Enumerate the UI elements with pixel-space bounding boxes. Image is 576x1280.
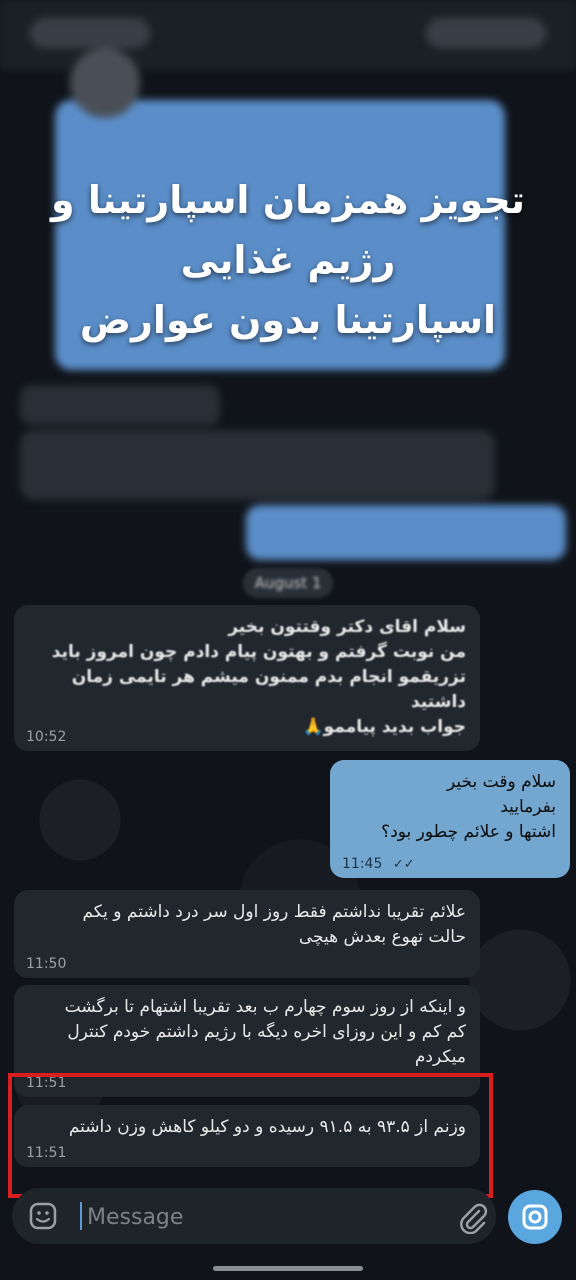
blurred-avatar (70, 48, 140, 118)
message-time-wrap: 11:45 ✓✓ (342, 856, 415, 872)
message-bubble[interactable]: سلام وقت بخیر بفرمایید اشتها و علائم چطو… (330, 760, 570, 878)
date-separator: August 1 (243, 568, 333, 598)
blurred-pill (30, 18, 150, 48)
blurred-message (20, 385, 220, 425)
camera-icon (522, 1204, 548, 1230)
message-text: علائم تقریبا نداشتم فقط روز اول سر درد د… (82, 902, 466, 947)
message-time: 11:50 (26, 956, 67, 972)
attach-icon[interactable] (455, 1200, 489, 1234)
read-ticks-icon: ✓✓ (392, 857, 415, 872)
blurred-pill (426, 18, 546, 48)
overlay-line: رژیم غذایی (180, 238, 396, 282)
message-time: 11:45 (342, 856, 383, 872)
text-cursor (80, 1202, 82, 1230)
message-time: 10:52 (26, 729, 67, 745)
message-bubble[interactable]: سلام اقای دکتر وقتتون بخیر من نوبت گرفتم… (14, 605, 480, 751)
overlay-line: اسپارتینا بدون عوارض (79, 298, 497, 342)
blurred-message (246, 505, 566, 560)
overlay-line: تجویز همزمان اسپارتینا و (51, 178, 525, 222)
emoji-icon[interactable] (28, 1201, 58, 1231)
highlight-box (8, 1073, 493, 1198)
camera-button[interactable] (508, 1190, 562, 1244)
message-text: سلام وقت بخیر بفرمایید اشتها و علائم چطو… (381, 772, 556, 842)
message-text: سلام اقای دکتر وقتتون بخیر من نوبت گرفتم… (51, 617, 466, 737)
overlay-caption: تجویز همزمان اسپارتینا و رژیم غذایی اسپا… (0, 170, 576, 350)
blurred-message (20, 430, 495, 500)
message-bubble[interactable]: علائم تقریبا نداشتم فقط روز اول سر درد د… (14, 890, 480, 978)
home-indicator[interactable] (213, 1266, 363, 1271)
message-input[interactable] (85, 1198, 429, 1236)
message-text: و اینکه از روز سوم چهارم ب بعد تقریبا اش… (64, 997, 466, 1067)
